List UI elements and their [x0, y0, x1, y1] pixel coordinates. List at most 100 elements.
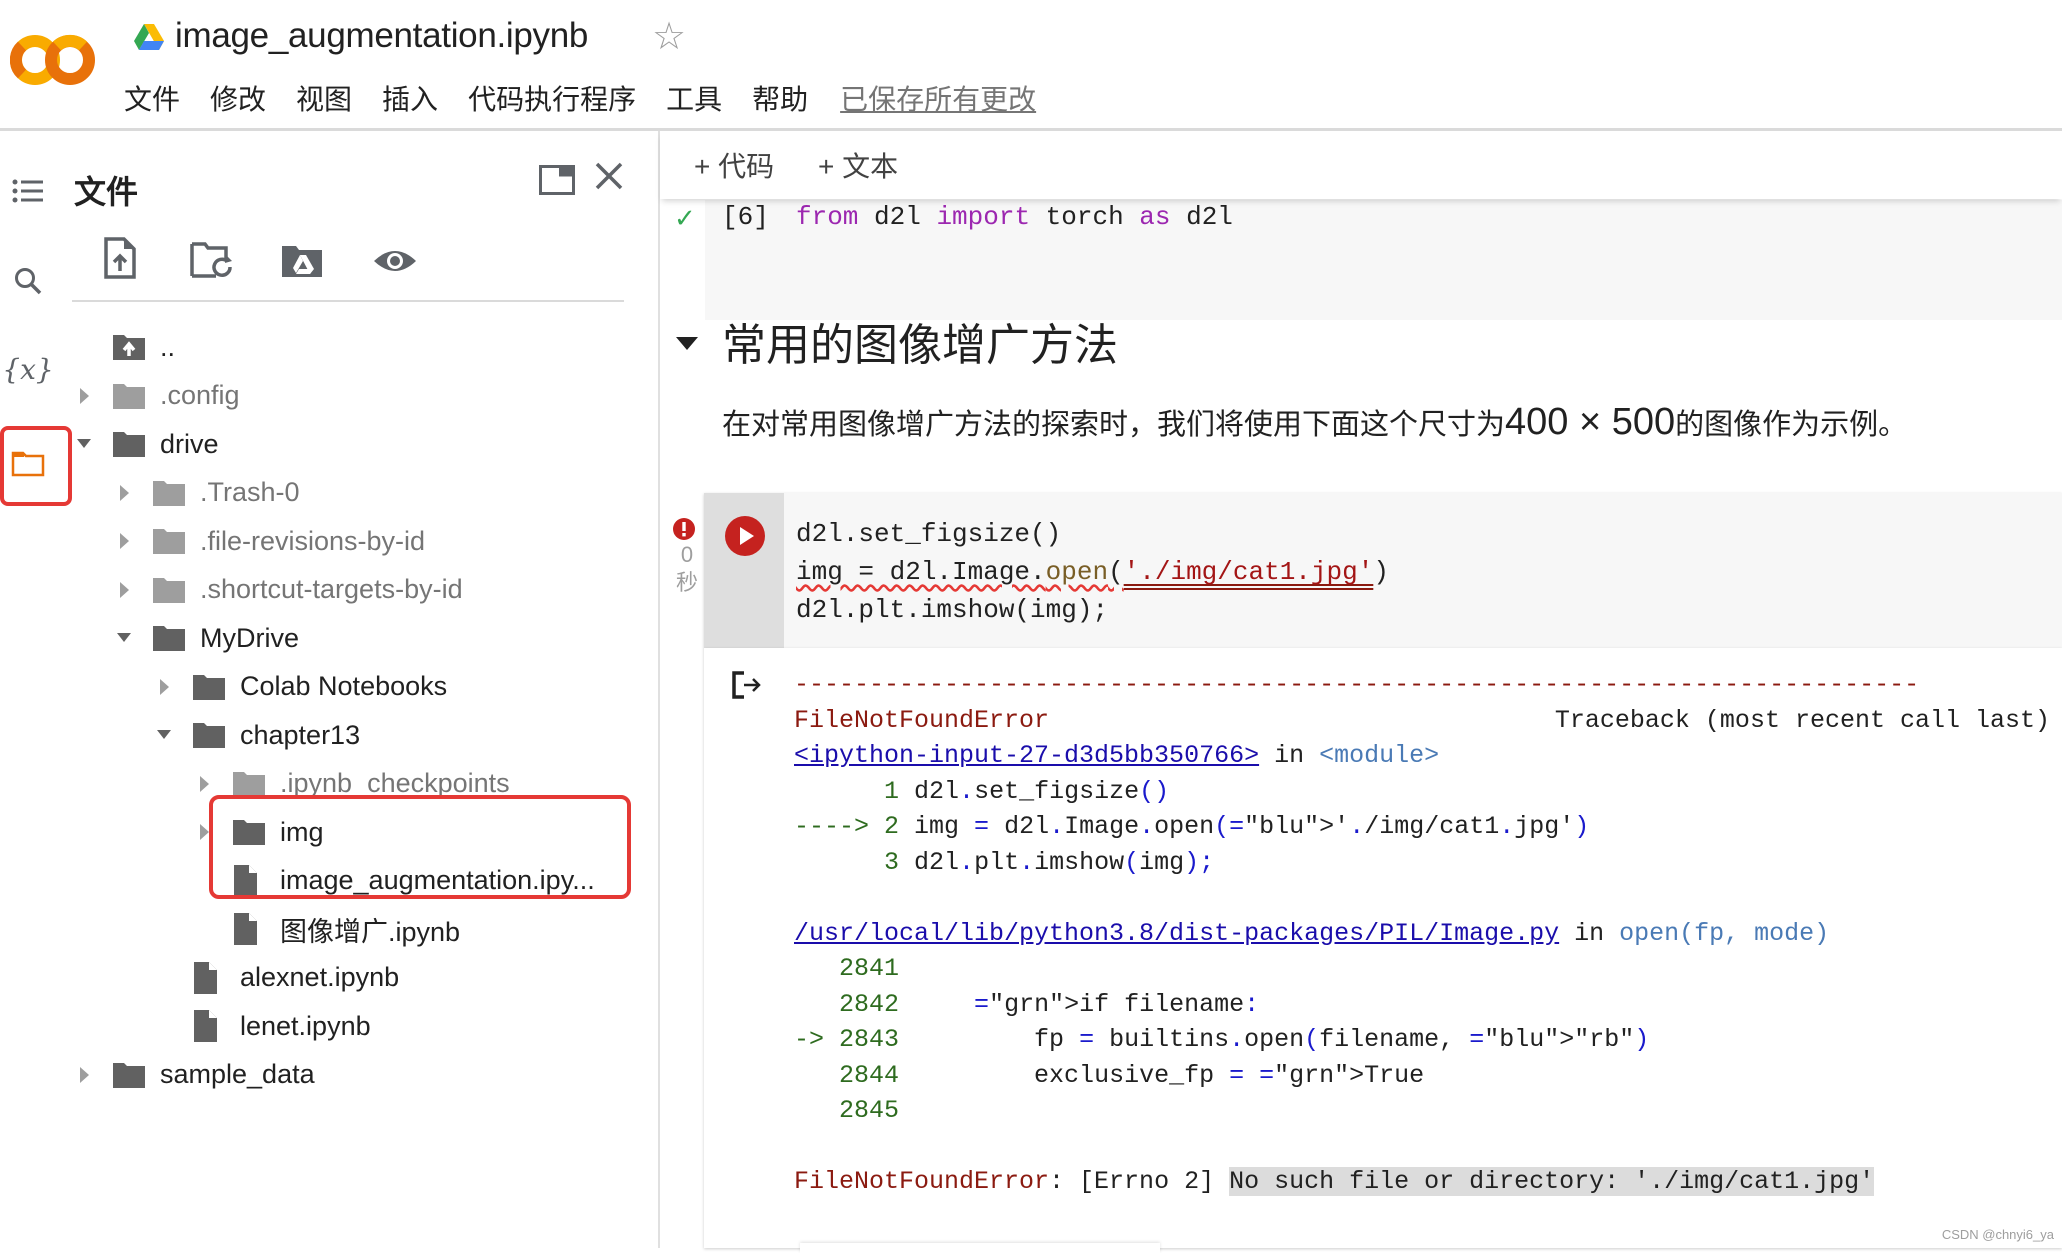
cell-27-code[interactable]: d2l.set_figsize() img = d2l.Image.open('.… [796, 515, 1389, 629]
upload-file-icon[interactable] [104, 237, 136, 284]
chevron-right-icon[interactable] [192, 772, 216, 796]
header: image_augmentation.ipynb ☆ 文件 修改 视图 插入 代… [0, 0, 2062, 131]
collapse-section-icon[interactable] [676, 337, 698, 356]
line-number: -> 2843 [794, 1025, 900, 1054]
menu-runtime[interactable]: 代码执行程序 [468, 78, 636, 118]
line-number: 2842 [794, 989, 900, 1019]
notebook-area: + 代码 + 文本 ✓ [6] from d2l import torch as… [660, 131, 2062, 1253]
notebook-title[interactable]: image_augmentation.ipynb [175, 16, 588, 56]
folder-icon [152, 526, 186, 556]
next-cell-edge [800, 1243, 1160, 1253]
chevron-down-icon[interactable] [152, 723, 176, 747]
show-hidden-eye-icon[interactable] [372, 247, 418, 280]
tree-item-label: lenet.ipynb [240, 1010, 371, 1041]
folder-icon [192, 720, 226, 750]
traceback-label: Traceback (most recent call last) [1554, 705, 2050, 735]
frame-2-func: open(fp, mode) [1619, 918, 1830, 948]
traceback-header: FileNotFoundError Traceback (most recent … [794, 703, 2050, 739]
final-error: FileNotFoundError: [Errno 2] No such fil… [794, 1164, 2050, 1200]
tree-item[interactable]: chapter13 [152, 713, 360, 757]
tree-item-label: chapter13 [240, 719, 361, 750]
code-token: ( [1108, 557, 1124, 587]
frame-1-lines: 1 d2l.set_figsize() ----> 2 img = d2l.Ima… [794, 774, 2050, 881]
tree-item[interactable]: .shortcut-targets-by-id [112, 568, 463, 612]
tree-item[interactable]: sample_data [72, 1053, 315, 1097]
tree-item[interactable]: 图像增广.ipynb [192, 907, 460, 951]
tree-item[interactable]: Colab Notebooks [152, 665, 447, 709]
tree-item[interactable]: .. [72, 325, 175, 369]
line-code: exclusive_fp = ="grn">True [899, 1060, 1425, 1090]
tree-item[interactable]: MyDrive [112, 616, 299, 660]
exec-time-value: 0 [680, 542, 694, 567]
tree-item[interactable]: .config [72, 374, 240, 418]
menu-help[interactable]: 帮助 [752, 78, 808, 118]
menu-edit[interactable]: 修改 [210, 78, 266, 118]
tree-item[interactable]: drive [72, 422, 219, 466]
variables-icon[interactable]: {x} [2, 349, 53, 389]
section-heading: 常用的图像增广方法 [722, 321, 1118, 370]
tree-item[interactable]: .file-revisions-by-id [112, 519, 425, 563]
add-text-button[interactable]: + 文本 [818, 145, 898, 185]
code-token: from [796, 202, 859, 232]
chevron-right-icon[interactable] [112, 529, 136, 553]
final-error-message: No such file or directory: './img/cat1.j… [1229, 1167, 1875, 1196]
code-token: d2l [858, 202, 937, 232]
traceback-line: 2845 [794, 1093, 2050, 1129]
menu-tools[interactable]: 工具 [666, 78, 722, 118]
mount-drive-icon[interactable] [282, 243, 322, 282]
code-token: as [1139, 202, 1171, 232]
folder-icon [112, 429, 146, 459]
run-cell-button[interactable] [724, 515, 766, 562]
tree-item-label: Colab Notebooks [240, 671, 448, 701]
chevron-right-icon[interactable] [112, 578, 136, 602]
files-tab-highlight [0, 426, 72, 506]
menu-file[interactable]: 文件 [124, 78, 180, 118]
frame-1-link[interactable]: <ipython-input-27-d3d5bb350766> [794, 741, 1259, 770]
folder-icon [232, 769, 266, 799]
exec-time-unit: 秒 [676, 570, 699, 595]
code-token: torch [1030, 202, 1140, 232]
tree-item[interactable]: alexnet.ipynb [152, 956, 399, 1000]
traceback-line: 2841 [794, 951, 2050, 987]
success-check-icon: ✓ [674, 203, 696, 233]
menu-bar: 文件 修改 视图 插入 代码执行程序 工具 帮助 已保存所有更改 [124, 78, 1036, 118]
close-icon[interactable] [594, 161, 624, 196]
traceback-output: ----------------------------------------… [794, 667, 2050, 1200]
paragraph-math: 400 × 500 [1505, 401, 1676, 443]
line-number: 2845 [794, 1096, 900, 1125]
open-in-tab-icon[interactable] [539, 165, 575, 200]
tree-item-label: .shortcut-targets-by-id [200, 574, 463, 604]
left-rail: {x} [0, 131, 72, 1248]
save-status[interactable]: 已保存所有更改 [840, 78, 1036, 118]
table-of-contents-icon[interactable] [8, 171, 48, 211]
frame-2-lines: 2841 2842 ="grn">if filename: -> 2843 fp … [794, 951, 2050, 1129]
tree-item-label: alexnet.ipynb [240, 962, 400, 992]
menu-view[interactable]: 视图 [296, 78, 352, 118]
search-icon[interactable] [8, 261, 48, 301]
output-menu-icon[interactable] [732, 671, 762, 704]
tree-item[interactable]: .Trash-0 [112, 471, 300, 515]
tree-item[interactable]: lenet.ipynb [152, 1004, 371, 1048]
cell-6-code[interactable]: from d2l import torch as d2l [796, 202, 1233, 232]
menu-insert[interactable]: 插入 [382, 78, 438, 118]
chevron-right-icon[interactable] [152, 675, 176, 699]
add-code-button[interactable]: + 代码 [694, 145, 774, 185]
chevron-down-icon[interactable] [112, 626, 136, 650]
chevron-right-icon[interactable] [72, 384, 96, 408]
paragraph-text: 在对常用图像增广方法的探索时，我们将使用下面这个尺寸为 [722, 409, 1506, 441]
frame-in: in [1259, 741, 1320, 770]
frame-in: in [1559, 918, 1620, 948]
colab-logo[interactable] [9, 33, 96, 87]
chevron-right-icon[interactable] [112, 481, 136, 505]
tree-item-label: .Trash-0 [200, 477, 300, 507]
chevron-down-icon[interactable] [72, 432, 96, 456]
star-icon[interactable]: ☆ [652, 14, 686, 59]
chevron-right-icon[interactable] [72, 1063, 96, 1087]
tree-item-label: 图像增广.ipynb [280, 916, 461, 947]
frame-2-link[interactable]: /usr/local/lib/python3.8/dist-packages/P… [794, 919, 1559, 948]
refresh-folder-icon[interactable] [190, 241, 234, 284]
